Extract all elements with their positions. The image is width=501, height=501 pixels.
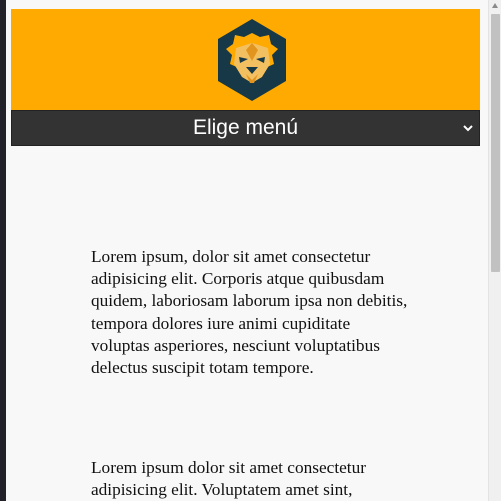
scrollbar-thumb[interactable] <box>491 14 500 272</box>
window-edge <box>0 0 6 501</box>
scroll-up-arrow-icon[interactable] <box>492 3 498 8</box>
menu-select[interactable]: Elige menú <box>11 110 480 146</box>
content-paragraph: Lorem ipsum, dolor sit amet consectetur … <box>91 247 408 378</box>
chevron-down-icon <box>463 125 473 132</box>
lion-head-icon[interactable] <box>214 17 290 103</box>
site-header <box>11 9 480 110</box>
page-viewport: Elige menú Lorem ipsum, dolor sit amet c… <box>0 0 488 501</box>
content-paragraph: Lorem ipsum dolor sit amet consectetur a… <box>91 458 366 500</box>
vertical-scrollbar[interactable] <box>488 0 501 501</box>
menu-select-label: Elige menú <box>192 116 299 139</box>
